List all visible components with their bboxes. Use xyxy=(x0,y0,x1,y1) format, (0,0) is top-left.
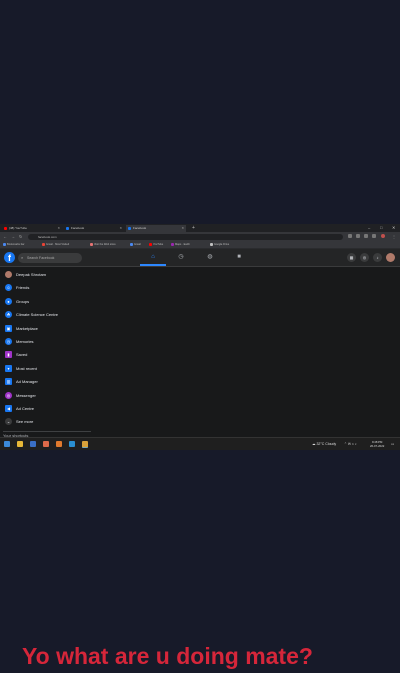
facebook-icon xyxy=(66,227,69,230)
sidebar-item-most-recent[interactable]: ▾ Most recent xyxy=(0,362,95,375)
account-avatar[interactable] xyxy=(386,253,395,262)
back-icon[interactable]: ← xyxy=(3,233,7,240)
sidebar-divider xyxy=(3,431,91,432)
messenger-icon[interactable]: ◎ xyxy=(360,253,369,262)
sidebar-item-climate[interactable]: ☘ Climate Science Centre xyxy=(0,308,95,321)
browser-tab[interactable]: (48) YouTube ✕ xyxy=(2,225,62,232)
sidebar-item-memories[interactable]: ◷ Memories xyxy=(0,335,95,348)
saved-icon: ▮ xyxy=(5,351,12,359)
extension-icon[interactable] xyxy=(364,234,368,238)
menu-grid-icon[interactable]: ▦ xyxy=(347,253,356,262)
menu-icon[interactable]: ⋮ xyxy=(392,233,396,240)
reload-icon[interactable]: ↻ xyxy=(19,233,22,240)
sidebar-item-saved[interactable]: ▮ Saved xyxy=(0,348,95,361)
close-tab-icon[interactable]: ✕ xyxy=(119,225,122,232)
gaming-icon[interactable]: ■ xyxy=(234,253,244,262)
screenshot-frame: (48) YouTube ✕ Facebook ✕ Facebook ✕ + –… xyxy=(0,224,400,450)
youtube-icon xyxy=(4,227,7,230)
maximize-icon[interactable]: □ xyxy=(380,224,382,232)
bookmarks-bar: Bookmarks bar Gmail · Most Visited Visit… xyxy=(0,241,400,249)
sidebar-item-profile[interactable]: Deepak Shrotam xyxy=(0,268,95,281)
bookmark-item[interactable]: Gmail xyxy=(130,241,141,248)
facebook-icon xyxy=(128,227,131,230)
file-explorer-icon[interactable] xyxy=(17,441,23,447)
system-tray-icons[interactable]: ⌃ ✉ ⌂ ♪ xyxy=(344,438,357,450)
friends-icon: ☺ xyxy=(5,284,12,292)
close-tab-icon[interactable]: ✕ xyxy=(57,225,60,232)
chrome-icon[interactable] xyxy=(82,441,88,448)
extension-icon[interactable] xyxy=(372,234,376,238)
chevron-down-icon: ⌄ xyxy=(5,418,12,426)
extension-icon[interactable] xyxy=(348,234,352,238)
home-icon[interactable]: ⌂ xyxy=(148,253,158,262)
active-tab-indicator xyxy=(140,264,166,266)
app-icon[interactable] xyxy=(43,441,49,447)
bookmark-item[interactable]: Gmail · Most Visited xyxy=(42,241,69,248)
close-window-icon[interactable]: ✕ xyxy=(392,224,395,232)
most-recent-icon: ▾ xyxy=(5,364,12,372)
profile-icon[interactable] xyxy=(381,234,385,238)
ad-centre-icon: ◀ xyxy=(5,404,12,412)
address-bar[interactable]: facebook.com xyxy=(28,233,343,240)
bookmark-item[interactable]: YouTube xyxy=(149,241,163,248)
search-icon: ⌕ xyxy=(21,254,24,260)
ad-manager-icon: ▥ xyxy=(5,378,12,386)
facebook-logo[interactable]: f xyxy=(4,252,15,263)
avatar xyxy=(5,271,12,278)
sidebar-item-friends[interactable]: ☺ Friends xyxy=(0,281,95,294)
new-tab-button[interactable]: + xyxy=(192,224,195,232)
browser-toolbar: ← → ↻ facebook.com ⋮ xyxy=(0,232,400,241)
extension-icon[interactable] xyxy=(356,234,360,238)
facebook-header: f ⌕ Search Facebook ⌂ ◷ ◍ ■ ▦ ◎ ♪ xyxy=(0,249,400,267)
search-input[interactable]: ⌕ Search Facebook xyxy=(18,252,82,263)
sidebar-item-ad-centre[interactable]: ◀ Ad Centre xyxy=(0,402,95,415)
groups-icon: ● xyxy=(5,297,12,305)
browser-tab-active[interactable]: Facebook ✕ xyxy=(126,225,186,232)
sidebar-item-messenger[interactable]: ◎ Messenger xyxy=(0,389,95,402)
marketplace-icon: ▣ xyxy=(5,324,12,332)
messenger-icon: ◎ xyxy=(5,391,12,399)
weather-widget[interactable]: ☁ 32°C Cloudy xyxy=(312,438,336,450)
close-tab-icon[interactable]: ✕ xyxy=(181,225,184,232)
bookmark-item[interactable]: Maps · Earth xyxy=(171,241,190,248)
bookmark-item[interactable]: Visit the Web store xyxy=(90,241,116,248)
notification-center-icon[interactable]: ▭ xyxy=(391,438,394,450)
notifications-icon[interactable]: ♪ xyxy=(373,253,382,262)
facebook-sidebar: Deepak Shrotam ☺ Friends ● Groups ☘ Clim… xyxy=(0,268,95,429)
browser-tab-strip: (48) YouTube ✕ Facebook ✕ Facebook ✕ + –… xyxy=(0,224,400,232)
forward-icon[interactable]: → xyxy=(11,233,15,240)
bookmark-item[interactable]: Google Drive xyxy=(210,241,229,248)
sidebar-item-ad-manager[interactable]: ▥ Ad Manager xyxy=(0,375,95,388)
taskbar-clock[interactable]: 9:48 PM 26-07-2022 xyxy=(370,440,384,448)
see-more-button[interactable]: ⌄ See more xyxy=(0,415,95,428)
memories-icon: ◷ xyxy=(5,337,12,345)
climate-icon: ☘ xyxy=(5,311,12,319)
watch-icon[interactable]: ◷ xyxy=(176,253,186,262)
minimize-icon[interactable]: – xyxy=(368,224,370,232)
app-icon[interactable] xyxy=(56,441,62,447)
sidebar-item-marketplace[interactable]: ▣ Marketplace xyxy=(0,322,95,335)
vscode-icon[interactable] xyxy=(69,441,75,447)
bookmark-item[interactable]: Bookmarks bar xyxy=(3,241,24,248)
groups-nav-icon[interactable]: ◍ xyxy=(205,253,215,262)
browser-tab[interactable]: Facebook ✕ xyxy=(64,225,124,232)
start-icon[interactable] xyxy=(4,441,10,447)
caption-text: Yo what are u doing mate? xyxy=(22,643,313,669)
windows-taskbar: ☁ 32°C Cloudy ⌃ ✉ ⌂ ♪ 9:48 PM 26-07-2022… xyxy=(0,437,400,450)
store-icon[interactable] xyxy=(30,441,36,447)
sidebar-item-groups[interactable]: ● Groups xyxy=(0,295,95,308)
